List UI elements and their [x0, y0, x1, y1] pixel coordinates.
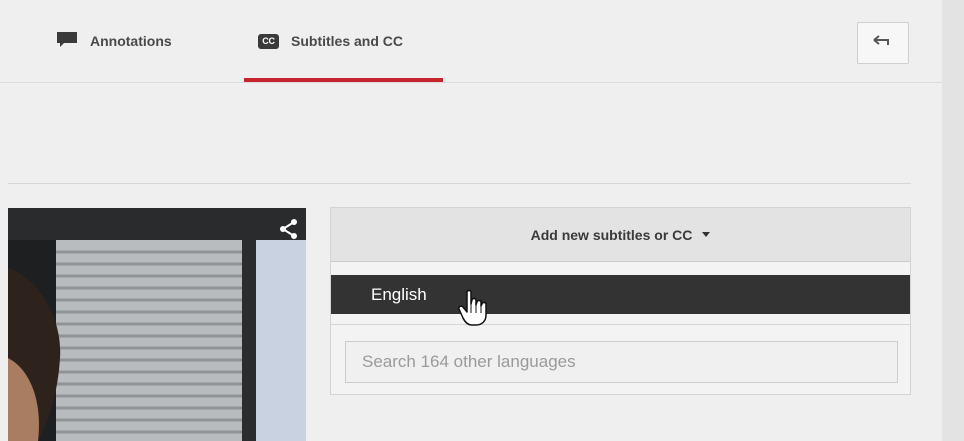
- add-subtitles-label: Add new subtitles or CC: [530, 226, 693, 243]
- add-subtitles-dropdown-button[interactable]: Add new subtitles or CC: [331, 208, 910, 262]
- dropdown-divider: [331, 324, 910, 325]
- scrollbar-track[interactable]: [942, 0, 964, 441]
- back-button[interactable]: [857, 22, 909, 64]
- caret-down-icon: [702, 232, 711, 237]
- section-divider: [8, 183, 911, 184]
- language-option-label: English: [371, 284, 427, 304]
- hand-pointer-cursor-icon: [458, 289, 488, 327]
- tab-annotations[interactable]: Annotations: [56, 0, 172, 82]
- language-option-english[interactable]: English: [331, 275, 910, 314]
- speech-bubble-icon: [56, 31, 78, 52]
- language-search-input[interactable]: [345, 341, 898, 383]
- video-player[interactable]: [8, 208, 306, 441]
- video-frame: [8, 208, 306, 441]
- tab-annotations-label: Annotations: [90, 33, 172, 49]
- subtitles-panel: Add new subtitles or CC English: [330, 207, 911, 395]
- active-tab-indicator: [244, 78, 443, 82]
- tab-subtitles-and-cc[interactable]: CC Subtitles and CC: [258, 0, 403, 82]
- tab-subtitles-label: Subtitles and CC: [291, 33, 404, 49]
- tab-bar-divider: [0, 82, 942, 83]
- share-icon[interactable]: [278, 218, 300, 240]
- cc-icon: CC: [258, 33, 279, 49]
- back-arrow-icon: [873, 34, 893, 53]
